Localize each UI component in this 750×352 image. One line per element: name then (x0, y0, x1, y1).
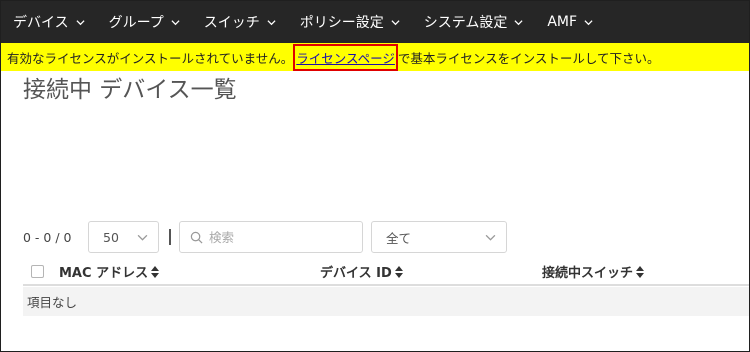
filter-value: 全て (386, 230, 412, 246)
table-header: MAC アドレス デバイス ID 接続中スイッチ (23, 258, 749, 286)
select-all-checkbox[interactable] (31, 265, 44, 278)
chevron-down-icon (485, 234, 496, 241)
item-count: 0 - 0 / 0 (23, 229, 72, 245)
chevron-down-icon (267, 19, 276, 25)
column-label: デバイス ID (320, 266, 392, 281)
column-label: 接続中スイッチ (542, 266, 634, 281)
column-header-mac-address[interactable]: MAC アドレス (59, 262, 160, 281)
search-input[interactable] (209, 229, 349, 245)
page-title: 接続中 デバイス一覧 (23, 77, 237, 103)
chevron-down-icon (171, 19, 180, 25)
nav-item-label: スイッチ (203, 15, 260, 31)
nav-item-policy-settings[interactable]: ポリシー設定 (288, 1, 412, 43)
chevron-down-icon (137, 234, 148, 241)
nav-item-system-settings[interactable]: システム設定 (412, 1, 536, 43)
chevron-down-icon (76, 19, 85, 25)
search-icon (190, 231, 203, 243)
toolbar-divider (169, 229, 171, 245)
search-box[interactable] (179, 221, 363, 253)
nav-item-label: デバイス (13, 15, 69, 31)
empty-message: 項目なし (27, 295, 78, 310)
list-toolbar: 0 - 0 / 0 50 全て (23, 221, 507, 253)
column-header-device-id[interactable]: デバイス ID (320, 262, 403, 281)
chevron-down-icon (391, 19, 400, 25)
nav-item-groups[interactable]: グループ (97, 1, 192, 43)
top-navbar: デバイス グループ スイッチ ポリシー設定 システム設定 AMF (1, 1, 749, 43)
column-header-connected-switch[interactable]: 接続中スイッチ (542, 262, 645, 281)
sort-icon (394, 265, 403, 278)
empty-table-row: 項目なし (23, 287, 749, 316)
filter-select[interactable]: 全て (371, 221, 507, 253)
page-size-select[interactable]: 50 (88, 221, 159, 253)
banner-prefix: 有効なライセンスがインストールされていません。 (7, 50, 294, 66)
nav-item-amf[interactable]: AMF (535, 1, 605, 43)
nav-item-label: AMF (547, 14, 578, 30)
nav-item-label: ポリシー設定 (299, 15, 384, 31)
page-size-value: 50 (103, 229, 119, 245)
chevron-down-icon (514, 19, 523, 25)
nav-item-label: システム設定 (423, 15, 508, 31)
nav-item-switches[interactable]: スイッチ (192, 1, 288, 43)
license-warning-banner: 有効なライセンスがインストールされていません。 ライセンスページ で基本ライセン… (1, 43, 749, 71)
column-label: MAC アドレス (59, 266, 149, 281)
license-page-link[interactable]: ライセンスページ (293, 43, 398, 71)
sort-icon (151, 265, 160, 278)
nav-item-devices[interactable]: デバイス (1, 1, 97, 43)
nav-item-label: グループ (108, 15, 164, 31)
sort-icon (636, 265, 645, 278)
banner-suffix: で基本ライセンスをインストールして下さい。 (397, 50, 660, 66)
chevron-down-icon (584, 19, 593, 25)
